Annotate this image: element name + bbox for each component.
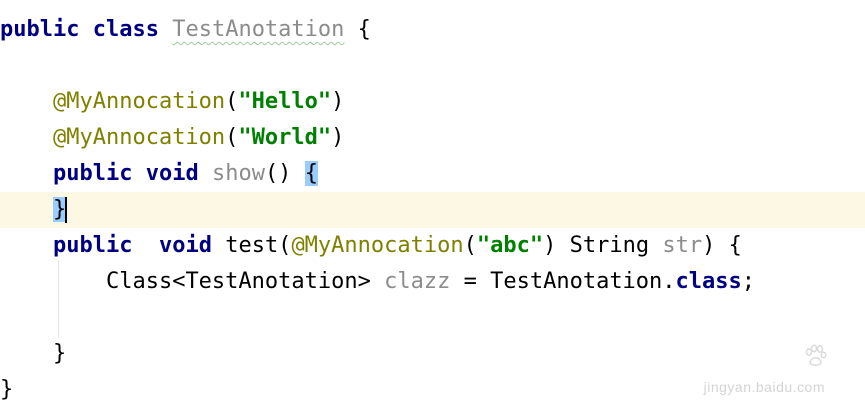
class-name: TestAnotation xyxy=(172,17,345,42)
paren: ) xyxy=(331,89,345,114)
paren: ) xyxy=(331,125,345,150)
annotation: @MyAnnocation xyxy=(291,233,464,258)
param-name: str xyxy=(662,233,703,258)
keyword-void: void xyxy=(158,233,212,258)
paren: ( xyxy=(463,233,477,258)
paren: ( xyxy=(225,89,239,114)
signature-tail: ) { xyxy=(702,233,742,258)
keyword-public: public xyxy=(52,161,133,186)
code-editor[interactable]: public class TestAnotation { @MyAnnocati… xyxy=(0,0,865,409)
var-name: clazz xyxy=(384,269,451,294)
code-line-8[interactable]: Class<TestAnotation> clazz = TestAnotati… xyxy=(0,264,865,300)
string-literal: "World" xyxy=(238,125,332,150)
matched-open-brace: { xyxy=(304,161,318,186)
code-line-4[interactable]: @MyAnnocation("World") xyxy=(0,120,865,156)
paren: ) xyxy=(543,233,557,258)
code-line-5[interactable]: public void show() { xyxy=(0,156,865,192)
code-line-10[interactable]: } xyxy=(0,336,865,372)
method-signature: test( xyxy=(225,233,292,258)
matched-close-brace: } xyxy=(52,197,67,222)
string-literal: "abc" xyxy=(476,233,544,258)
code-line-11[interactable]: } xyxy=(0,372,865,408)
semicolon: ; xyxy=(741,269,756,294)
close-brace: } xyxy=(0,377,14,402)
open-brace: { xyxy=(357,17,371,42)
keyword-public: public xyxy=(0,17,80,42)
annotation: @MyAnnocation xyxy=(52,125,226,150)
code-line-7[interactable]: public void test(@MyAnnocation("abc") St… xyxy=(0,228,865,264)
code-line-3[interactable]: @MyAnnocation("Hello") xyxy=(0,84,865,120)
method-name: show xyxy=(211,161,265,186)
code-line-1[interactable]: public class TestAnotation { xyxy=(0,12,865,48)
assign-operator: = xyxy=(463,269,477,294)
keyword-public: public xyxy=(52,233,133,258)
indent-guide xyxy=(58,260,59,338)
string-literal: "Hello" xyxy=(238,89,332,114)
close-brace: } xyxy=(52,341,67,366)
class-reference: TestAnotation. xyxy=(490,269,676,294)
param-type: String xyxy=(569,233,650,258)
var-type: Class<TestAnotation> xyxy=(105,269,371,294)
keyword-void: void xyxy=(145,161,199,186)
keyword-class: class xyxy=(92,17,159,42)
parens: () xyxy=(264,161,292,186)
text-caret xyxy=(65,197,68,223)
code-line-6-current[interactable]: } xyxy=(0,192,865,228)
paren: ( xyxy=(225,125,239,150)
keyword-class: class xyxy=(675,269,742,294)
annotation: @MyAnnocation xyxy=(52,89,226,114)
